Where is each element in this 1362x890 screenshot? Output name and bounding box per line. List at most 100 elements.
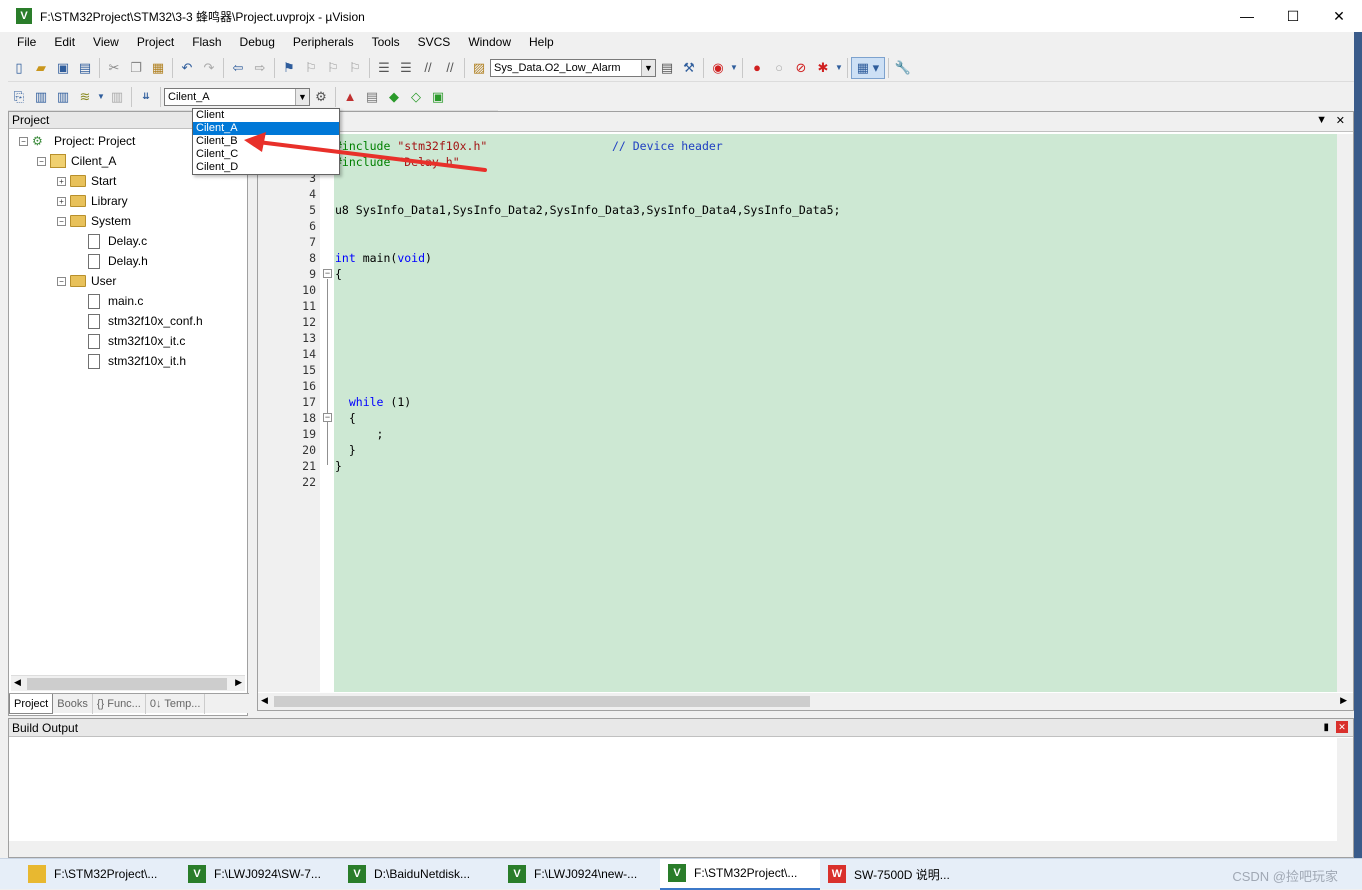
tree-item-file[interactable]: main.c	[75, 292, 143, 310]
build-icon[interactable]: ▥	[30, 86, 52, 108]
code-line[interactable]: }	[335, 458, 342, 474]
kill-all-breakpoints-icon[interactable]: ✱	[812, 57, 834, 79]
select-packs-icon[interactable]: ◇	[405, 86, 427, 108]
code-line[interactable]: }	[335, 442, 356, 458]
pin-icon[interactable]: ▮	[1323, 722, 1329, 733]
tree-item-folder[interactable]: − User	[57, 272, 116, 290]
uncomment-icon[interactable]: //	[439, 57, 461, 79]
menu-edit[interactable]: Edit	[45, 35, 84, 49]
chevron-down-icon[interactable]: ▼	[729, 57, 739, 79]
find-icon[interactable]: ▤	[656, 57, 678, 79]
code-line[interactable]: {	[335, 410, 356, 426]
rebuild-icon[interactable]: ▥	[52, 86, 74, 108]
save-icon[interactable]: ▣	[52, 57, 74, 79]
tree-expander-icon[interactable]: +	[57, 176, 66, 186]
chevron-down-icon[interactable]: ▼	[641, 59, 655, 76]
target-select-combo[interactable]: Cilent_A ▼	[164, 87, 310, 106]
breakpoint-icon[interactable]: ●	[746, 57, 768, 79]
disable-all-breakpoints-icon[interactable]: ⊘	[790, 57, 812, 79]
tab-templates[interactable]: 0↓ Temp...	[146, 694, 206, 714]
tree-item-folder[interactable]: + Library	[57, 192, 128, 210]
debug-session-icon[interactable]: ◉	[707, 57, 729, 79]
tree-expander-icon[interactable]: −	[19, 136, 28, 146]
scroll-right-icon[interactable]: ▶	[1340, 695, 1347, 706]
tree-item-file[interactable]: stm32f10x_it.c	[75, 332, 185, 350]
tree-expander-icon[interactable]: −	[57, 276, 66, 286]
menu-peripherals[interactable]: Peripherals	[284, 35, 363, 49]
chevron-down-icon[interactable]: ▼	[96, 86, 106, 108]
incremental-find-icon[interactable]: ⚒	[678, 57, 700, 79]
taskbar-item[interactable]: V F:\STM32Project\...	[660, 858, 820, 890]
download-load-icon[interactable]: ⇊	[135, 86, 157, 108]
close-button[interactable]: ✕	[1316, 0, 1362, 32]
next-bookmark-icon[interactable]: ⚐	[322, 57, 344, 79]
tree-item-folder[interactable]: − System	[57, 212, 131, 230]
manage-project-items-icon[interactable]: ▲	[339, 86, 361, 108]
taskbar-item[interactable]: V D:\BaiduNetdisk...	[340, 859, 500, 890]
menu-debug[interactable]: Debug	[231, 35, 284, 49]
navigate-back-icon[interactable]: ⇦	[227, 57, 249, 79]
indent-icon[interactable]: ☰	[373, 57, 395, 79]
paste-icon[interactable]: ▦	[147, 57, 169, 79]
pack-installer-icon[interactable]: ◆	[383, 86, 405, 108]
tab-functions[interactable]: {} Func...	[93, 694, 146, 714]
chevron-down-icon[interactable]: ▼	[295, 88, 309, 105]
maximize-button[interactable]: ☐	[1270, 0, 1316, 32]
menu-view[interactable]: View	[84, 35, 128, 49]
scroll-left-icon[interactable]: ◀	[261, 695, 268, 706]
menu-file[interactable]: File	[8, 35, 45, 49]
tree-item-project[interactable]: − ⚙ Project: Project	[19, 132, 135, 150]
fold-toggle-icon[interactable]: −	[323, 269, 332, 278]
undo-icon[interactable]: ↶	[176, 57, 198, 79]
scroll-left-icon[interactable]: ◀	[14, 677, 21, 688]
project-horizontal-scrollbar[interactable]: ◀ ▶	[11, 675, 245, 691]
translate-icon[interactable]: ⎘	[8, 86, 30, 108]
stop-build-icon[interactable]: ▥	[106, 86, 128, 108]
build-output-scrollbar[interactable]	[1337, 738, 1353, 857]
close-panel-icon[interactable]: ✕	[1336, 721, 1348, 733]
tree-expander-icon[interactable]: −	[57, 216, 66, 226]
editor-vertical-scrollbar[interactable]	[1337, 134, 1353, 692]
scroll-thumb[interactable]	[274, 696, 810, 707]
prev-bookmark-icon[interactable]: ⚐	[300, 57, 322, 79]
save-all-icon[interactable]: ▤	[74, 57, 96, 79]
chevron-down-icon[interactable]: ▼	[834, 57, 844, 79]
target-options-icon[interactable]: ⚙	[310, 86, 332, 108]
tree-item-folder[interactable]: + Start	[57, 172, 116, 190]
code-line[interactable]: int main(void)	[335, 250, 432, 266]
taskbar-item[interactable]: W SW-7500D 说明...	[820, 859, 980, 890]
minimize-button[interactable]: —	[1224, 0, 1270, 32]
menu-window[interactable]: Window	[459, 35, 520, 49]
tree-item-file[interactable]: stm32f10x_it.h	[75, 352, 186, 370]
menu-project[interactable]: Project	[128, 35, 183, 49]
taskbar-item[interactable]: V F:\LWJ0924\new-...	[500, 859, 660, 890]
navigate-forward-icon[interactable]: ⇨	[249, 57, 271, 79]
open-file-icon[interactable]: ▰	[30, 57, 52, 79]
code-line[interactable]: {	[335, 266, 342, 282]
find-combo[interactable]: Sys_Data.O2_Low_Alarm ▼	[490, 58, 656, 77]
menu-svcs[interactable]: SVCS	[409, 35, 460, 49]
manage-run-time-icon[interactable]: ▣	[427, 86, 449, 108]
tree-item-file[interactable]: stm32f10x_conf.h	[75, 312, 203, 330]
new-file-icon[interactable]: ▯	[8, 57, 30, 79]
dropdown-option[interactable]: Client	[193, 109, 339, 122]
taskbar-item[interactable]: F:\STM32Project\...	[20, 859, 180, 890]
tree-item-file[interactable]: Delay.c	[75, 232, 147, 250]
tree-item-target[interactable]: − Cilent_A	[37, 152, 116, 170]
scroll-thumb[interactable]	[27, 678, 227, 690]
menu-tools[interactable]: Tools	[363, 35, 409, 49]
fold-toggle-icon[interactable]: −	[323, 413, 332, 422]
disable-breakpoint-icon[interactable]: ○	[768, 57, 790, 79]
tab-books[interactable]: Books	[53, 694, 93, 714]
find-in-files-icon[interactable]: ▨	[468, 57, 490, 79]
file-extensions-icon[interactable]: ▤	[361, 86, 383, 108]
menu-help[interactable]: Help	[520, 35, 563, 49]
build-output-hscrollbar[interactable]	[9, 841, 1337, 857]
scroll-right-icon[interactable]: ▶	[235, 677, 242, 688]
unindent-icon[interactable]: ☰	[395, 57, 417, 79]
menu-flash[interactable]: Flash	[183, 35, 230, 49]
batch-build-icon[interactable]: ≋	[74, 86, 96, 108]
redo-icon[interactable]: ↷	[198, 57, 220, 79]
comment-icon[interactable]: //	[417, 57, 439, 79]
code-line[interactable]: ;	[335, 426, 384, 442]
